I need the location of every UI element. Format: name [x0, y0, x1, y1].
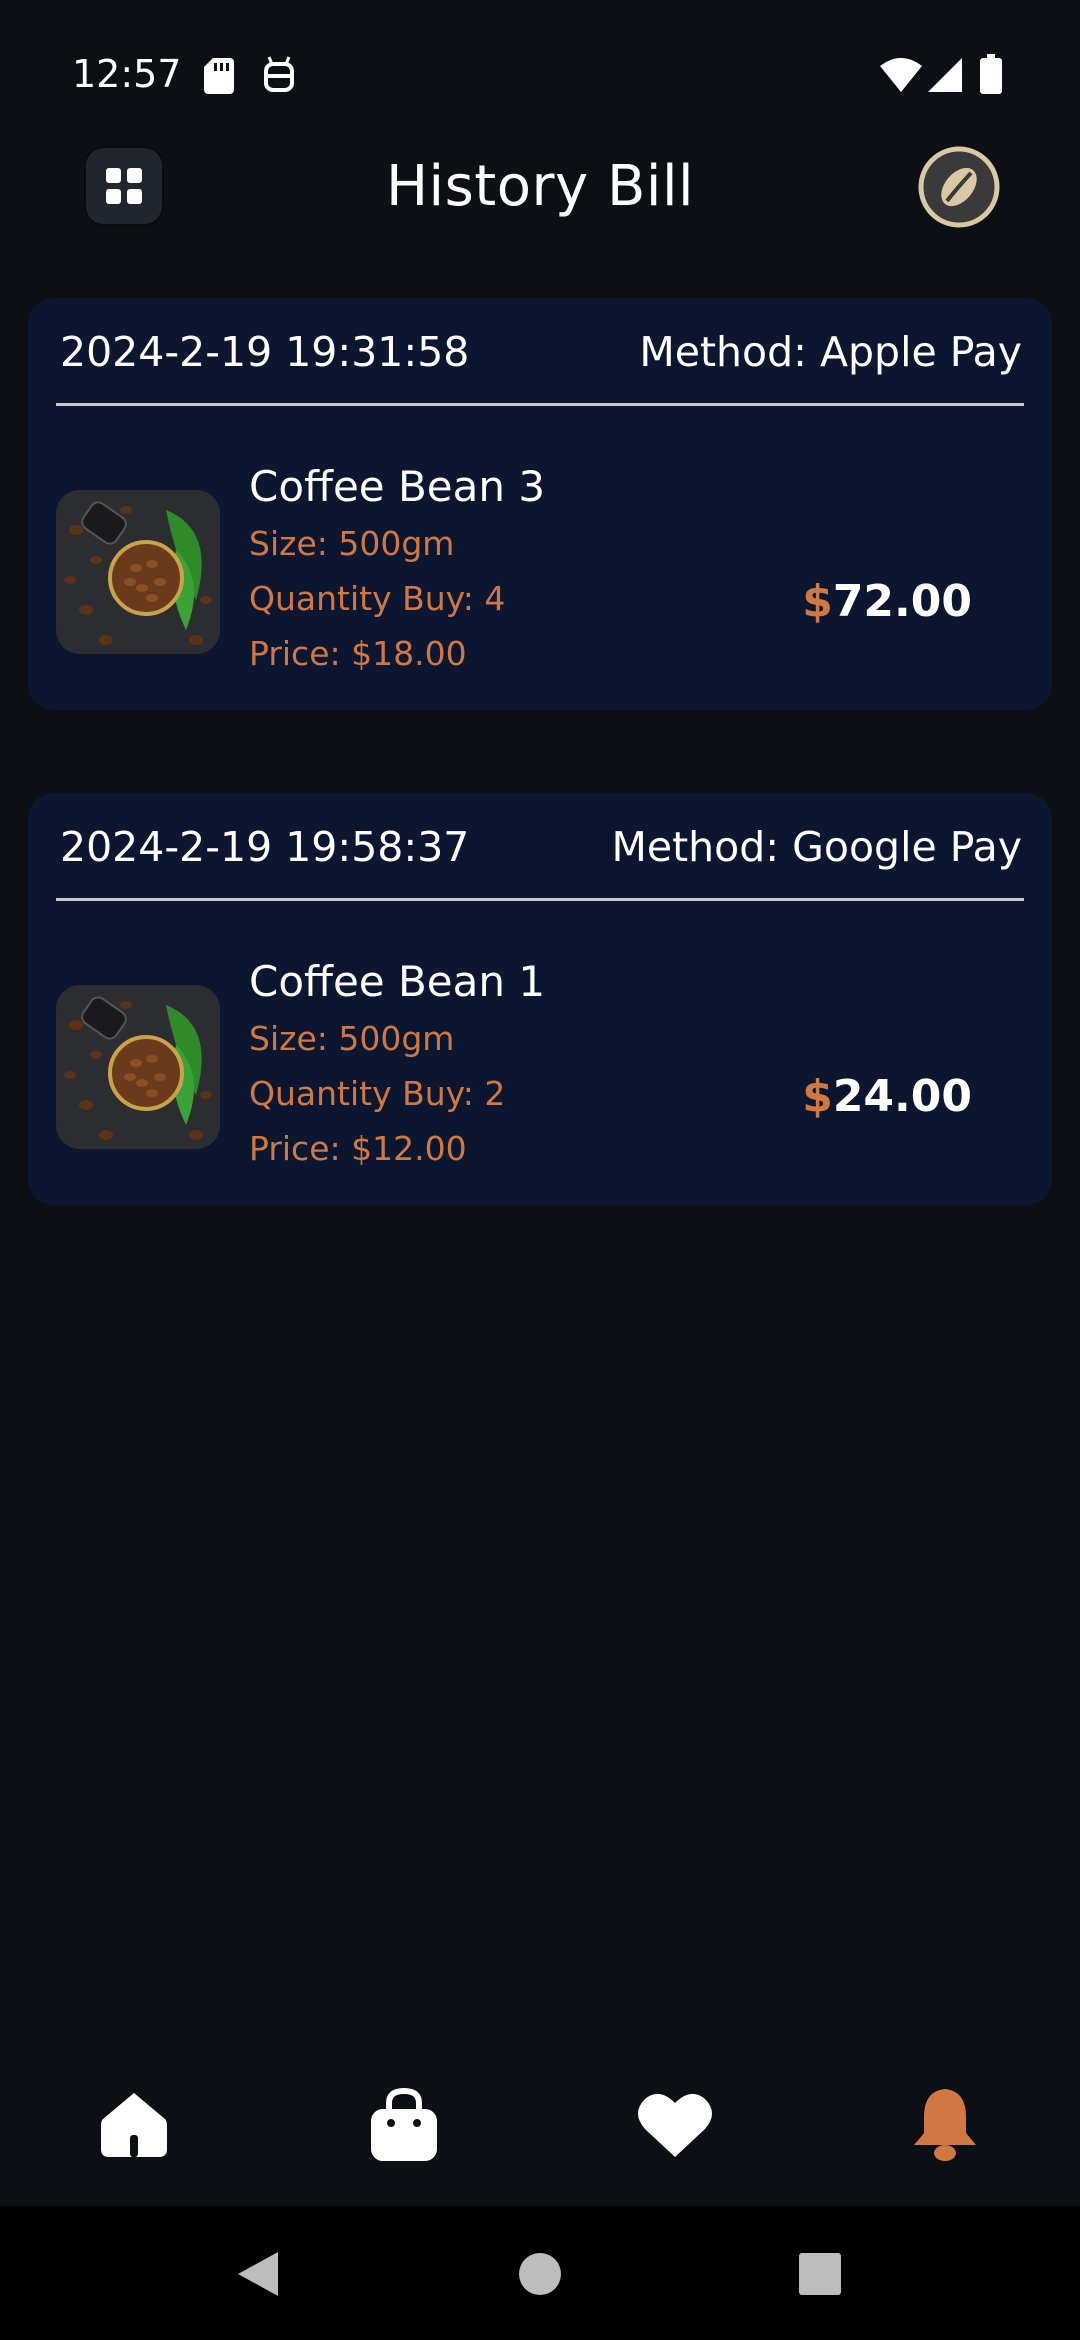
item-total: $72.00	[802, 576, 972, 627]
coffee-bean-image	[56, 490, 220, 654]
heart-icon	[638, 2093, 712, 2157]
status-time: 12:57	[72, 52, 182, 96]
battery-icon	[980, 54, 1002, 94]
currency-symbol: $	[802, 576, 833, 627]
home-icon	[101, 2093, 167, 2157]
nav-home-button[interactable]	[512, 2246, 568, 2302]
divider	[56, 403, 1024, 406]
coffee-bean-icon[interactable]	[918, 146, 1000, 228]
bill-card[interactable]: 2024-2-19 19:58:37 Method: Google Pay Co…	[28, 793, 1052, 1205]
back-icon	[238, 2252, 278, 2296]
header: History Bill	[0, 140, 1080, 270]
signal-icon	[928, 58, 962, 92]
bill-card[interactable]: 2024-2-19 19:31:58 Method: Apple Pay Cof…	[28, 298, 1052, 710]
screen: 12:57 History Bill 2024-2-19 19:31:58 Me…	[0, 0, 1080, 2340]
home-circle-icon	[519, 2253, 561, 2295]
nav-back-button[interactable]	[230, 2246, 286, 2302]
divider	[56, 898, 1024, 901]
item-quantity: Quantity Buy: 2	[249, 1074, 506, 1113]
item-size: Size: 500gm	[249, 524, 455, 563]
currency-symbol: $	[802, 1071, 833, 1122]
system-nav-bar	[0, 2206, 1080, 2340]
bill-date: 2024-2-19 19:58:37	[60, 823, 470, 871]
bottom-tab-bar	[0, 2060, 1080, 2230]
bill-header: 2024-2-19 19:58:37 Method: Google Pay	[28, 793, 1052, 903]
bill-header: 2024-2-19 19:31:58 Method: Apple Pay	[28, 298, 1052, 408]
item-name: Coffee Bean 3	[249, 462, 546, 511]
tab-history[interactable]	[900, 2080, 990, 2170]
tab-home[interactable]	[89, 2080, 179, 2170]
item-total: $24.00	[802, 1071, 972, 1122]
item-price: Price: $18.00	[249, 634, 467, 673]
nav-recents-button[interactable]	[792, 2246, 848, 2302]
bill-date: 2024-2-19 19:31:58	[60, 328, 470, 376]
total-amount: 72.00	[832, 576, 972, 627]
item-price: Price: $12.00	[249, 1129, 467, 1168]
tab-favorites[interactable]	[630, 2080, 720, 2170]
robot-icon	[264, 56, 294, 92]
item-size: Size: 500gm	[249, 1019, 455, 1058]
coffee-bean-image	[56, 985, 220, 1149]
tab-cart[interactable]	[359, 2080, 449, 2170]
payment-method: Method: Google Pay	[611, 823, 1022, 871]
recents-icon	[799, 2253, 841, 2295]
item-name: Coffee Bean 1	[249, 957, 546, 1006]
sd-card-icon	[204, 58, 234, 94]
bag-icon	[371, 2087, 437, 2161]
payment-method: Method: Apple Pay	[639, 328, 1022, 376]
total-amount: 24.00	[832, 1071, 972, 1122]
wifi-icon	[880, 58, 922, 92]
status-bar: 12:57	[0, 0, 1080, 150]
bell-icon	[914, 2089, 976, 2161]
item-quantity: Quantity Buy: 4	[249, 579, 506, 618]
